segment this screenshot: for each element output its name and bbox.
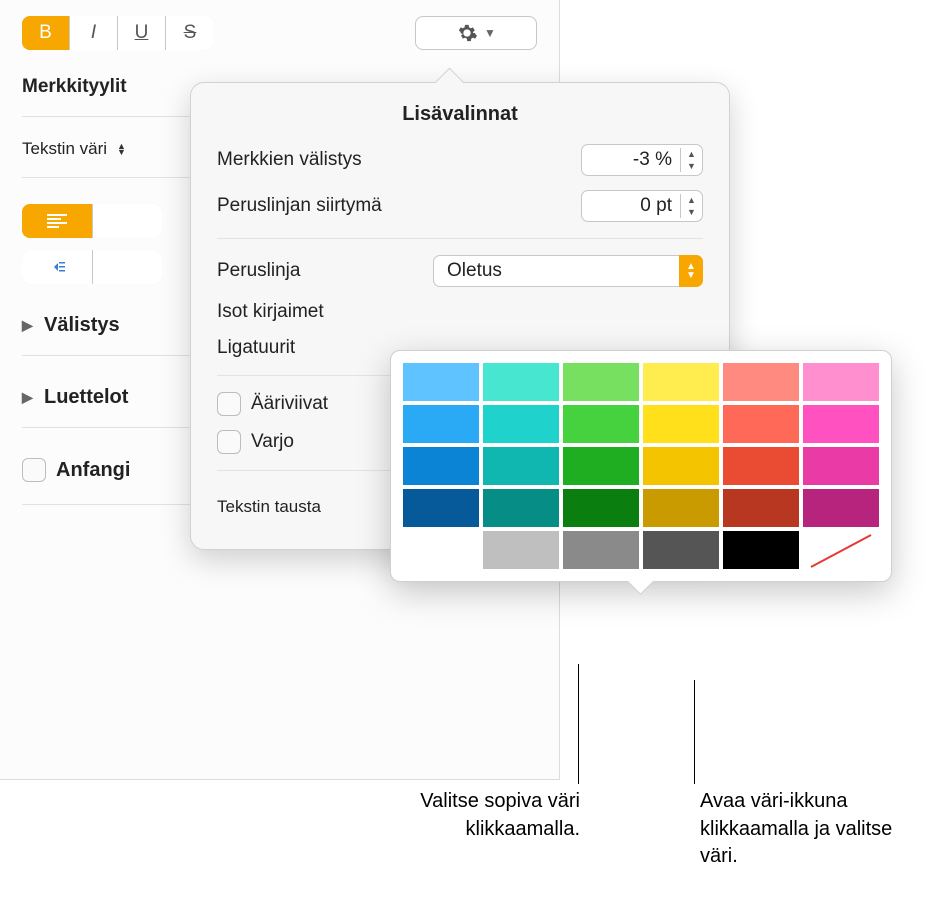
align-left-button[interactable] xyxy=(22,204,93,238)
color-swatch[interactable] xyxy=(483,489,559,527)
outdent-icon xyxy=(48,260,66,274)
callout-text-left: Valitse sopiva väri klikkaamalla. xyxy=(320,788,580,843)
color-swatch[interactable] xyxy=(563,405,639,443)
select-arrows-icon: ▲▼ xyxy=(679,255,703,287)
color-swatch-popover xyxy=(390,350,892,582)
divider xyxy=(217,238,703,239)
text-background-label: Tekstin tausta xyxy=(217,497,321,517)
color-swatch[interactable] xyxy=(803,363,879,401)
color-swatch[interactable] xyxy=(483,447,559,485)
color-swatch[interactable] xyxy=(403,531,479,569)
ligatures-label: Ligatuurit xyxy=(217,337,295,359)
caps-label: Isot kirjaimet xyxy=(217,301,324,323)
baseline-shift-stepper[interactable]: 0 pt ▲▼ xyxy=(581,190,703,222)
color-swatch[interactable] xyxy=(643,363,719,401)
color-swatch[interactable] xyxy=(563,489,639,527)
color-swatch[interactable] xyxy=(643,489,719,527)
color-swatch[interactable] xyxy=(483,531,559,569)
color-swatch[interactable] xyxy=(723,363,799,401)
color-swatch[interactable] xyxy=(803,447,879,485)
color-swatch[interactable] xyxy=(643,531,719,569)
text-color-dropdown[interactable]: ▲▼ xyxy=(117,143,131,155)
color-swatch[interactable] xyxy=(723,405,799,443)
color-swatch[interactable] xyxy=(563,363,639,401)
stepper-arrows-icon[interactable]: ▲▼ xyxy=(680,194,702,218)
swatch-none[interactable] xyxy=(803,531,879,569)
chevron-right-icon: ▶ xyxy=(22,317,36,334)
outline-label: Ääriviivat xyxy=(251,393,328,415)
baseline-label: Peruslinja xyxy=(217,260,300,282)
text-color-label: Tekstin väri xyxy=(22,139,107,159)
char-spacing-stepper[interactable]: -3 % ▲▼ xyxy=(581,144,703,176)
color-swatch[interactable] xyxy=(723,447,799,485)
callout-leader-line xyxy=(694,680,695,784)
baseline-shift-label: Peruslinjan siirtymä xyxy=(217,195,382,217)
shadow-label: Varjo xyxy=(251,431,294,453)
lists-label: Luettelot xyxy=(44,386,128,409)
color-swatch[interactable] xyxy=(483,405,559,443)
shadow-checkbox[interactable] xyxy=(217,430,241,454)
color-swatch[interactable] xyxy=(403,447,479,485)
alignment-segment xyxy=(22,204,162,238)
color-swatch[interactable] xyxy=(403,405,479,443)
text-style-segment: B I U S xyxy=(22,16,214,50)
color-swatch[interactable] xyxy=(643,405,719,443)
baseline-value: Oletus xyxy=(433,260,679,282)
align-center-button[interactable] xyxy=(93,204,163,238)
spacing-label: Välistys xyxy=(44,314,120,337)
bold-button[interactable]: B xyxy=(22,16,70,50)
strike-button[interactable]: S xyxy=(166,16,214,50)
color-swatch[interactable] xyxy=(643,447,719,485)
dropcap-label: Anfangi xyxy=(56,459,130,482)
color-swatch-grid xyxy=(403,363,879,569)
popover-title: Lisävalinnat xyxy=(217,103,703,126)
advanced-options-button[interactable]: ▼ xyxy=(415,16,537,50)
color-swatch[interactable] xyxy=(483,363,559,401)
char-spacing-label: Merkkien välistys xyxy=(217,149,362,171)
underline-button[interactable]: U xyxy=(118,16,166,50)
color-swatch[interactable] xyxy=(803,489,879,527)
char-spacing-value: -3 % xyxy=(582,149,680,171)
color-swatch[interactable] xyxy=(403,363,479,401)
outline-checkbox[interactable] xyxy=(217,392,241,416)
chevron-right-icon: ▶ xyxy=(22,389,36,406)
indent-button[interactable] xyxy=(93,250,163,284)
baseline-shift-value: 0 pt xyxy=(582,195,680,217)
italic-button[interactable]: I xyxy=(70,16,118,50)
color-swatch[interactable] xyxy=(403,489,479,527)
color-swatch[interactable] xyxy=(723,531,799,569)
dropcap-checkbox[interactable] xyxy=(22,458,46,482)
chevron-down-icon: ▼ xyxy=(484,26,496,40)
color-swatch[interactable] xyxy=(723,489,799,527)
indent-segment xyxy=(22,250,162,284)
gear-icon xyxy=(456,22,478,44)
outdent-button[interactable] xyxy=(22,250,93,284)
stepper-arrows-icon[interactable]: ▲▼ xyxy=(680,148,702,172)
color-swatch[interactable] xyxy=(803,405,879,443)
color-swatch[interactable] xyxy=(563,531,639,569)
callout-leader-line xyxy=(578,664,579,784)
color-swatch[interactable] xyxy=(563,447,639,485)
baseline-select[interactable]: Oletus ▲▼ xyxy=(433,255,703,287)
callout-text-right: Avaa väri-ikkuna klikkaamalla ja valitse… xyxy=(700,788,910,871)
